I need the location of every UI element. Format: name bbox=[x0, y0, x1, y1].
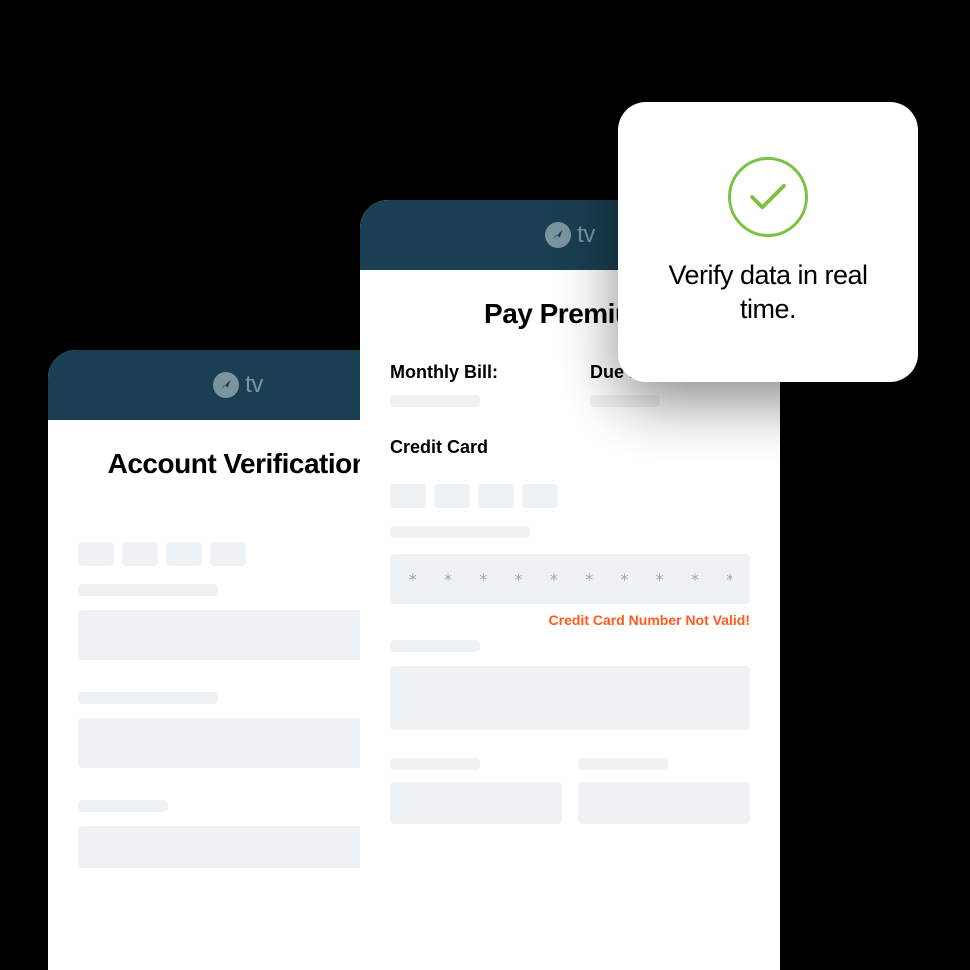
skeleton-block bbox=[78, 826, 398, 868]
skeleton-line bbox=[390, 526, 530, 538]
skeleton-chip bbox=[390, 484, 426, 508]
skeleton-block bbox=[390, 666, 750, 730]
logo-icon bbox=[545, 222, 571, 248]
skeleton-line bbox=[390, 640, 480, 652]
skeleton-line bbox=[78, 692, 218, 704]
skeleton-line bbox=[78, 584, 218, 596]
skeleton-line bbox=[390, 395, 480, 407]
stage: tv Account Verification bbox=[0, 0, 970, 970]
skeleton-chips bbox=[78, 542, 398, 566]
skeleton-block bbox=[78, 610, 398, 660]
skeleton-chip bbox=[166, 542, 202, 566]
skeleton-chip bbox=[210, 542, 246, 566]
credit-card-error: Credit Card Number Not Valid! bbox=[390, 612, 750, 628]
credit-card-label: Credit Card bbox=[390, 437, 750, 458]
skeleton-chip bbox=[122, 542, 158, 566]
monthly-bill-label: Monthly Bill: bbox=[390, 362, 550, 383]
skeleton-line bbox=[590, 395, 660, 407]
verify-callout-card: Verify data in real time. bbox=[618, 102, 918, 382]
skeleton-block bbox=[390, 782, 562, 824]
logo-icon bbox=[213, 372, 239, 398]
logo-text: tv bbox=[577, 221, 595, 249]
skeleton-line bbox=[78, 800, 168, 812]
page-title: Account Verification bbox=[78, 448, 398, 480]
skeleton-chip bbox=[434, 484, 470, 508]
credit-card-input[interactable] bbox=[390, 554, 750, 604]
skeleton-chip bbox=[78, 542, 114, 566]
skeleton-chip bbox=[478, 484, 514, 508]
skeleton-block bbox=[578, 782, 750, 824]
monthly-bill-col: Monthly Bill: bbox=[390, 362, 550, 407]
skeleton-block bbox=[78, 718, 398, 768]
skeleton-chip bbox=[522, 484, 558, 508]
check-circle-icon bbox=[728, 157, 808, 237]
two-col-row bbox=[390, 758, 750, 824]
logo-text: tv bbox=[245, 371, 263, 399]
skeleton-line bbox=[390, 758, 480, 770]
skeleton-chips bbox=[390, 484, 750, 508]
callout-text: Verify data in real time. bbox=[646, 259, 890, 327]
skeleton-line bbox=[578, 758, 668, 770]
